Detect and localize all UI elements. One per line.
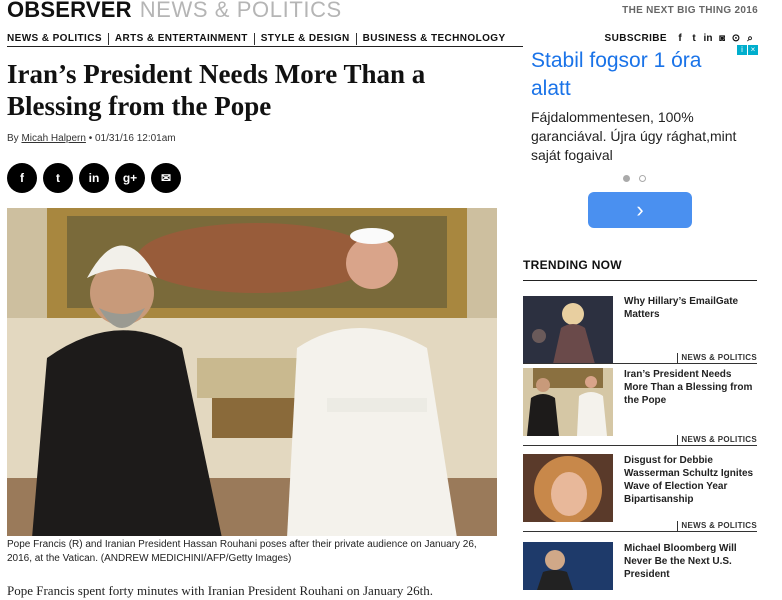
linkedin-icon: in: [88, 171, 100, 185]
trending-header: TRENDING NOW: [523, 258, 757, 281]
trending-item-tag[interactable]: NEWS & POLITICS: [677, 435, 757, 445]
ad-pagination: [623, 175, 655, 182]
twitter-icon: t: [56, 171, 60, 185]
share-googleplus-button[interactable]: g+: [115, 163, 145, 193]
linkedin-icon[interactable]: in: [701, 33, 715, 44]
trending-thumbnail[interactable]: [523, 368, 613, 436]
nav-item-business-technology[interactable]: BUSINESS & TECHNOLOGY: [355, 32, 512, 45]
trending-item-title[interactable]: Why Hillary’s EmailGate Matters: [624, 295, 754, 321]
chevron-right-icon: ›: [636, 197, 644, 222]
ad-cta-button[interactable]: ›: [588, 192, 692, 228]
trending-sidebar: TRENDING NOW Why Hillary’s EmailGate Mat…: [523, 258, 757, 600]
byline: By Micah Halpern • 01/31/16 12:01am: [7, 133, 176, 144]
nav-item-arts-entertainment[interactable]: ARTS & ENTERTAINMENT: [107, 32, 254, 45]
search-icon[interactable]: ⌕: [743, 33, 757, 44]
article-body-first-paragraph: Pope Francis spent forty minutes with Ir…: [7, 583, 434, 598]
trending-thumbnail[interactable]: [523, 542, 613, 590]
trending-item[interactable]: Why Hillary’s EmailGate Matters NEWS & P…: [523, 281, 757, 366]
twitter-icon[interactable]: t: [687, 33, 701, 44]
instagram-icon[interactable]: ◙: [715, 33, 729, 44]
sponsored-ad[interactable]: i × Stabil fogsor 1 óra alatt Fájdalomme…: [523, 45, 758, 235]
googleplus-icon: g+: [122, 171, 138, 185]
share-buttons: f t in g+ ✉: [7, 163, 187, 193]
trending-thumbnail[interactable]: [523, 454, 613, 522]
trending-item-tag[interactable]: NEWS & POLITICS: [677, 521, 757, 531]
ad-title[interactable]: Stabil fogsor 1 óra alatt: [531, 47, 746, 103]
rss-icon[interactable]: ⊙: [729, 33, 743, 44]
byline-prefix: By: [7, 133, 19, 144]
subscribe-link[interactable]: SUBSCRIBE: [605, 33, 668, 44]
trending-item-tag[interactable]: NEWS & POLITICS: [677, 353, 757, 363]
article-headline: Iran’s President Needs More Than a Bless…: [7, 59, 426, 121]
nav-utilities: SUBSCRIBE f t in ◙ ⊙ ⌕: [605, 31, 758, 45]
trending-thumbnail[interactable]: [523, 296, 613, 364]
ad-close-icon[interactable]: ×: [748, 45, 758, 55]
trending-item[interactable]: Disgust for Debbie Wasserman Schultz Ign…: [523, 454, 757, 542]
site-logo[interactable]: OBSERVER: [7, 0, 132, 23]
trending-item[interactable]: Iran’s President Needs More Than a Bless…: [523, 366, 757, 454]
trending-item-title[interactable]: Michael Bloomberg Will Never Be the Next…: [624, 542, 754, 581]
divider: [523, 445, 757, 446]
hero-image: [7, 208, 497, 536]
divider: [523, 363, 757, 364]
email-icon: ✉: [160, 171, 172, 185]
author-link[interactable]: Micah Halpern: [21, 133, 85, 144]
trending-item-title[interactable]: Iran’s President Needs More Than a Bless…: [624, 368, 754, 407]
ad-description[interactable]: Fájdalommentesen, 100% garanciával. Újra…: [531, 108, 746, 165]
ad-dot-active[interactable]: [623, 175, 630, 182]
section-title[interactable]: NEWS & POLITICS: [140, 0, 342, 23]
masthead: OBSERVER NEWS & POLITICS: [7, 0, 342, 22]
tagline-link[interactable]: THE NEXT BIG THING 2016: [622, 5, 758, 16]
image-caption: Pope Francis (R) and Iranian President H…: [7, 539, 477, 564]
share-email-button[interactable]: ✉: [151, 163, 181, 193]
trending-item-title[interactable]: Disgust for Debbie Wasserman Schultz Ign…: [624, 454, 754, 506]
facebook-icon: f: [20, 171, 24, 185]
divider: [523, 531, 757, 532]
share-facebook-button[interactable]: f: [7, 163, 37, 193]
share-linkedin-button[interactable]: in: [79, 163, 109, 193]
nav-item-news-politics[interactable]: NEWS & POLITICS: [7, 33, 108, 45]
ad-dot-inactive[interactable]: [639, 175, 646, 182]
publish-timestamp: • 01/31/16 12:01am: [88, 133, 176, 144]
trending-item[interactable]: Michael Bloomberg Will Never Be the Next…: [523, 542, 757, 600]
facebook-icon[interactable]: f: [673, 33, 687, 44]
nav-item-style-design[interactable]: STYLE & DESIGN: [253, 32, 356, 45]
share-twitter-button[interactable]: t: [43, 163, 73, 193]
